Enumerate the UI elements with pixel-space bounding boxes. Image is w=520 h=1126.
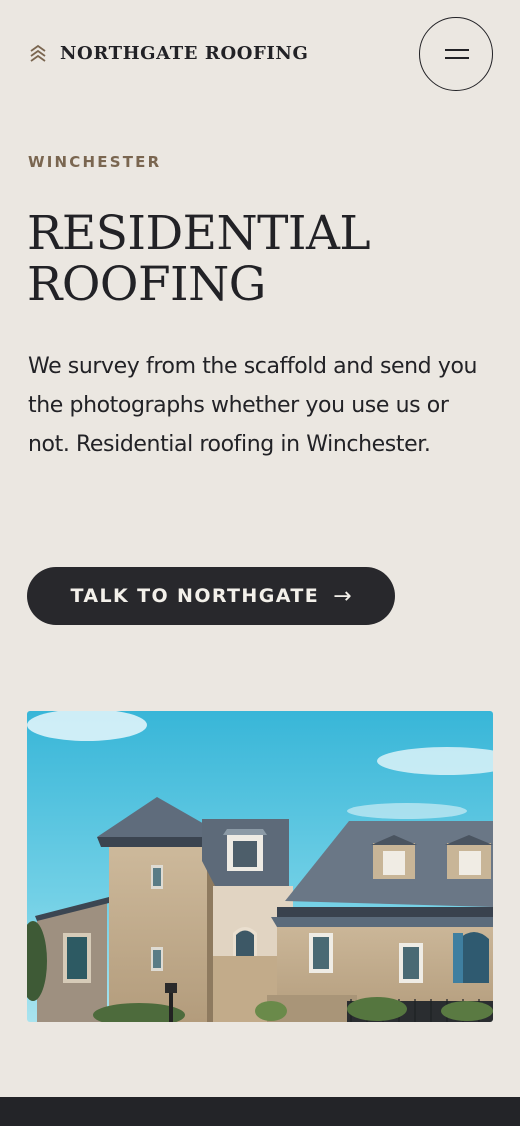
cta-label: TALK TO NORTHGATE xyxy=(70,585,320,607)
page: NORTHGATE ROOFING WINCHESTER RESIDENTIAL… xyxy=(0,0,520,1126)
page-title: RESIDENTIAL ROOFING xyxy=(27,208,497,310)
menu-line-top xyxy=(445,49,469,51)
page-title-line-2: ROOFING xyxy=(27,257,266,312)
chevrons-up-icon xyxy=(30,44,46,62)
location-eyebrow: WINCHESTER xyxy=(28,153,162,171)
arrow-right-icon: → xyxy=(333,583,352,609)
talk-to-northgate-button[interactable]: TALK TO NORTHGATE → xyxy=(27,567,395,625)
site-header: NORTHGATE ROOFING xyxy=(0,0,520,106)
menu-button[interactable] xyxy=(419,17,493,91)
hero-description: We survey from the scaffold and send you… xyxy=(28,354,478,457)
brand-link[interactable]: NORTHGATE ROOFING xyxy=(28,40,308,66)
page-title-line-1: RESIDENTIAL xyxy=(27,206,371,261)
footer-band xyxy=(0,1097,520,1126)
brand-name: NORTHGATE ROOFING xyxy=(60,42,309,64)
menu-line-bottom xyxy=(445,57,469,59)
house-photo xyxy=(27,711,493,1022)
